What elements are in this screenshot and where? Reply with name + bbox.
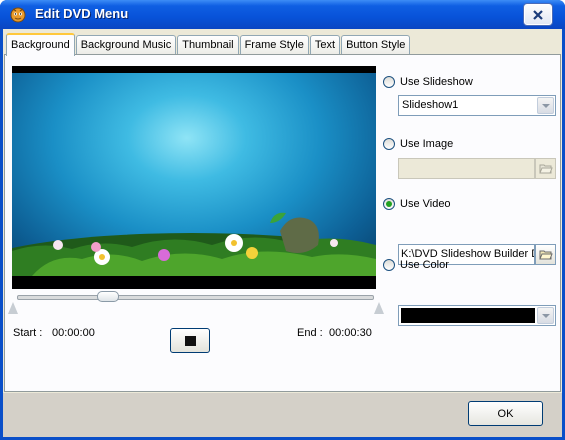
slideshow-dropdown-button[interactable] <box>537 97 554 114</box>
app-icon <box>10 7 26 23</box>
slideshow-select[interactable]: Slideshow1 <box>398 95 556 116</box>
use-slideshow-label: Use Slideshow <box>400 76 473 88</box>
edit-dvd-menu-window: Edit DVD Menu Background Background Musi… <box>0 0 565 440</box>
range-end-marker[interactable] <box>374 302 384 314</box>
preview-scene <box>12 212 376 276</box>
image-browse-button <box>535 158 556 179</box>
color-dropdown-button[interactable] <box>537 307 554 324</box>
close-button[interactable] <box>524 4 552 25</box>
start-time: 00:00:00 <box>52 327 95 339</box>
window-title: Edit DVD Menu <box>35 6 129 21</box>
use-color-radio[interactable] <box>383 259 395 271</box>
dropdown-arrow-icon <box>541 103 550 108</box>
folder-open-icon <box>538 250 553 260</box>
folder-open-icon <box>538 164 553 174</box>
tab-frame-style[interactable]: Frame Style <box>239 35 309 55</box>
end-time: 00:00:30 <box>329 327 372 339</box>
end-label: End : <box>297 327 323 339</box>
use-image-option[interactable]: Use Image <box>383 138 453 150</box>
close-icon <box>533 9 543 20</box>
tab-text[interactable]: Text <box>309 35 341 55</box>
tab-background[interactable]: Background <box>6 33 75 56</box>
dialog-body: Background Background Music Thumbnail Fr… <box>3 29 562 437</box>
start-label: Start : <box>13 327 43 339</box>
timeline-thumb[interactable] <box>97 291 120 302</box>
stop-icon <box>184 335 196 346</box>
timeline-track[interactable] <box>17 295 374 300</box>
tab-thumbnail[interactable]: Thumbnail <box>177 35 239 55</box>
dropdown-arrow-icon <box>541 313 550 318</box>
use-color-label: Use Color <box>400 259 449 271</box>
use-slideshow-option[interactable]: Use Slideshow <box>383 76 473 88</box>
stop-button[interactable] <box>170 328 210 353</box>
use-video-option[interactable]: Use Video <box>383 198 451 210</box>
use-image-radio[interactable] <box>383 138 395 150</box>
use-slideshow-radio[interactable] <box>383 76 395 88</box>
use-video-label: Use Video <box>400 198 451 210</box>
ok-button[interactable]: OK <box>468 401 543 426</box>
daisy-flower <box>225 234 243 252</box>
use-color-option[interactable]: Use Color <box>383 259 449 271</box>
use-video-radio[interactable] <box>383 198 395 210</box>
video-preview <box>12 73 376 276</box>
image-path-field <box>398 158 535 179</box>
color-select[interactable] <box>398 305 556 326</box>
slideshow-select-value: Slideshow1 <box>402 99 459 111</box>
tab-button-style[interactable]: Button Style <box>341 35 411 55</box>
color-swatch <box>401 308 535 323</box>
title-bar[interactable]: Edit DVD Menu <box>0 0 565 29</box>
video-preview-frame <box>12 66 376 289</box>
use-image-label: Use Image <box>400 138 454 150</box>
tab-strip: Background Background Music Thumbnail Fr… <box>6 33 411 56</box>
tab-background-music[interactable]: Background Music <box>75 35 177 55</box>
video-browse-button[interactable] <box>535 244 556 265</box>
background-tab-panel: Start : 00:00:00 End : 00:00:30 Use Slid… <box>4 54 561 392</box>
range-start-marker[interactable] <box>8 302 18 314</box>
